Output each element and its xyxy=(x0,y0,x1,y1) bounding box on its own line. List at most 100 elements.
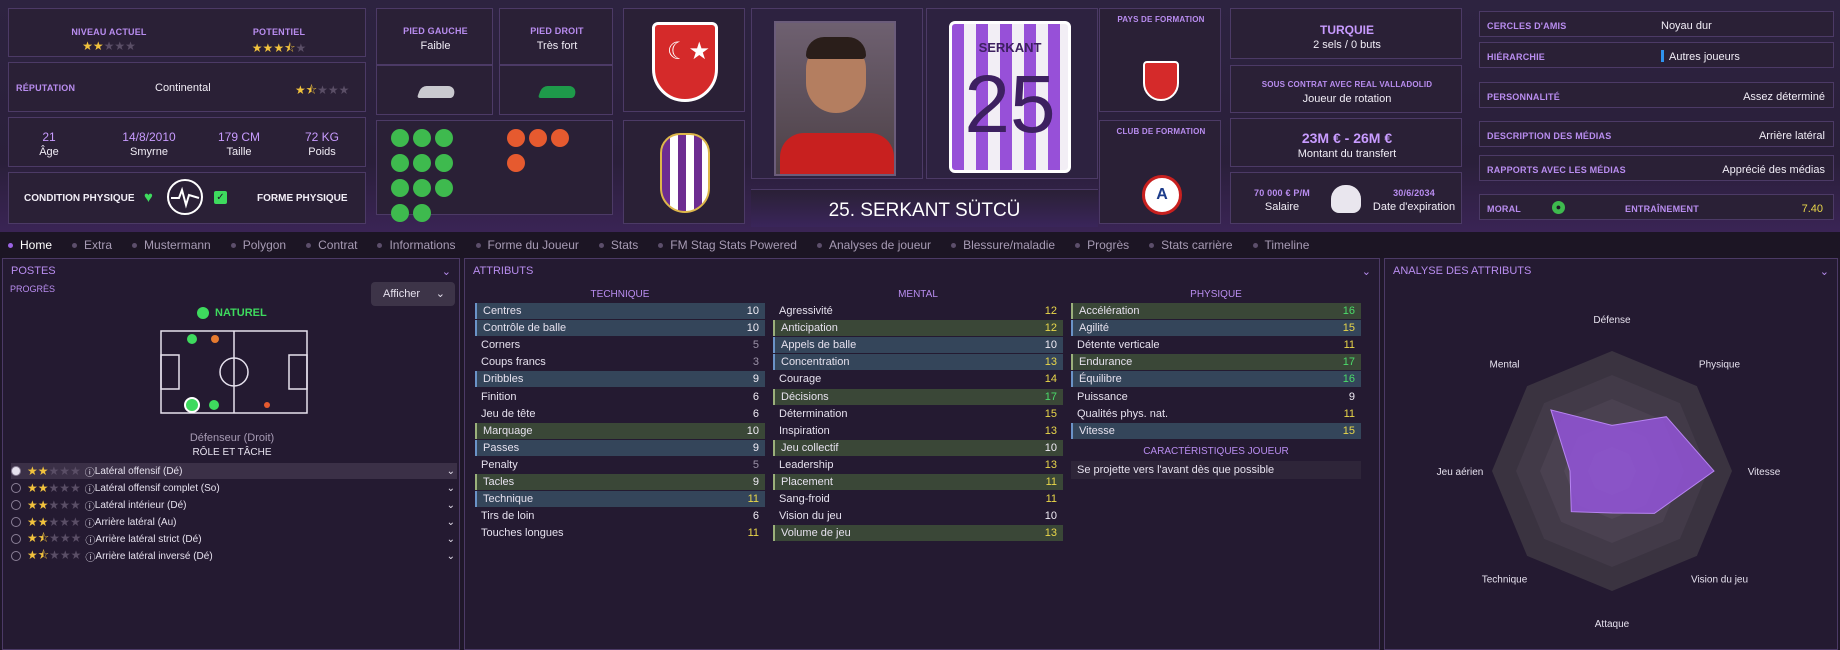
attribute-row[interactable]: Touches longues 11 xyxy=(475,525,765,541)
attribute-row[interactable]: Détente verticale 11 xyxy=(1071,337,1361,353)
attribute-row[interactable]: Vitesse 15 xyxy=(1071,422,1361,439)
attribute-row[interactable]: Dribbles 9 xyxy=(475,371,765,388)
player-name-bar: 25. SERKANT SÜTCÜ xyxy=(751,189,1098,227)
role-row[interactable]: ★★★★★ ⓘ Latéral intérieur (Dé) ⌄ xyxy=(11,497,457,513)
role-row[interactable]: ★⯪★★★ ⓘ Arrière latéral inversé (Dé) ⌄ xyxy=(11,548,457,564)
attribute-row[interactable]: Volume de jeu 13 xyxy=(773,525,1063,542)
attribute-row[interactable]: Puissance 9 xyxy=(1071,389,1361,405)
trait-icon[interactable] xyxy=(391,154,409,172)
club-crest[interactable] xyxy=(623,120,745,224)
chevron-down-icon[interactable]: ⌄ xyxy=(442,265,451,278)
social-row[interactable]: PERSONNALITÉ Assez déterminé xyxy=(1479,82,1834,108)
trait-icon[interactable] xyxy=(435,179,453,197)
tab-informations[interactable]: Informations xyxy=(377,238,456,252)
radio-selected[interactable] xyxy=(11,466,21,476)
chevron-down-icon[interactable]: ⌄ xyxy=(447,517,455,528)
attribute-row[interactable]: Anticipation 12 xyxy=(773,320,1063,337)
tab-polygon[interactable]: Polygon xyxy=(230,238,286,252)
attribute-row[interactable]: Appels de balle 10 xyxy=(773,337,1063,354)
show-dropdown[interactable]: Afficher ⌄ xyxy=(371,282,455,306)
attribute-row[interactable]: Endurance 17 xyxy=(1071,354,1361,371)
national-team-crest[interactable]: ☾★ xyxy=(623,8,745,112)
trait-icon[interactable] xyxy=(529,129,547,147)
tab-blessure[interactable]: Blessure/maladie xyxy=(951,238,1055,252)
chevron-down-icon[interactable]: ⌄ xyxy=(447,483,455,494)
chevron-down-icon[interactable]: ⌄ xyxy=(447,534,455,545)
social-row[interactable]: RAPPORTS AVEC LES MÉDIAS Apprécié des mé… xyxy=(1479,155,1834,181)
attribute-row[interactable]: Penalty 5 xyxy=(475,457,765,473)
tab-analyses[interactable]: Analyses de joueur xyxy=(816,238,931,252)
attribute-row[interactable]: Contrôle de balle 10 xyxy=(475,320,765,337)
attribute-row[interactable]: Tacles 9 xyxy=(475,474,765,490)
nation-card[interactable]: TURQUIE 2 sels / 0 buts xyxy=(1230,8,1462,59)
attribute-row[interactable]: Coups francs 3 xyxy=(475,354,765,370)
trait-icon[interactable] xyxy=(391,179,409,197)
tab-contrat[interactable]: Contrat xyxy=(306,238,357,252)
morale-row[interactable]: MORAL ● ENTRAÎNEMENT 7.40 xyxy=(1479,194,1834,220)
attribute-row[interactable]: Finition 6 xyxy=(475,389,765,405)
attribute-row[interactable]: Accélération 16 xyxy=(1071,303,1361,319)
attribute-row[interactable]: Détermination 15 xyxy=(773,406,1063,422)
tab-stats[interactable]: Stats xyxy=(598,238,638,252)
social-value: Autres joueurs xyxy=(1669,51,1740,63)
progress-link[interactable]: PROGRÈS xyxy=(10,284,55,294)
attribute-row[interactable]: Leadership 13 xyxy=(773,457,1063,473)
tab-forme[interactable]: Forme du Joueur xyxy=(475,238,579,252)
radio[interactable] xyxy=(11,483,21,493)
attribute-row[interactable]: Passes 9 xyxy=(475,439,765,456)
attribute-row[interactable]: Centres 10 xyxy=(475,303,765,319)
role-row[interactable]: ★★★★★ ⓘ Latéral offensif (Dé) ⌄ xyxy=(11,463,457,479)
tab-timeline[interactable]: Timeline xyxy=(1252,238,1309,252)
left-boot-card xyxy=(376,65,493,115)
role-row[interactable]: ★★★★★ ⓘ Latéral offensif complet (So) ⌄ xyxy=(11,480,457,496)
attribute-row[interactable]: Placement 11 xyxy=(773,474,1063,490)
attribute-row[interactable]: Tirs de loin 6 xyxy=(475,508,765,524)
trait-icon[interactable] xyxy=(507,154,525,172)
tab-home[interactable]: Home xyxy=(8,238,52,252)
attribute-row[interactable]: Sang-froid 11 xyxy=(773,491,1063,507)
tab-extra[interactable]: Extra xyxy=(72,238,112,252)
attribute-row[interactable]: Marquage 10 xyxy=(475,422,765,439)
attribute-row[interactable]: Décisions 17 xyxy=(773,388,1063,405)
radio[interactable] xyxy=(11,534,21,544)
trait-icon[interactable] xyxy=(507,129,525,147)
chevron-down-icon[interactable]: ⌄ xyxy=(1362,265,1371,278)
attribute-row[interactable]: Qualités phys. nat. 11 xyxy=(1071,406,1361,422)
radio[interactable] xyxy=(11,517,21,527)
social-row[interactable]: CERCLES D'AMIS Noyau dur xyxy=(1479,11,1834,37)
attribute-row[interactable]: Vision du jeu 10 xyxy=(773,508,1063,524)
trait-icon[interactable] xyxy=(391,204,409,222)
attribute-row[interactable]: Agressivité 12 xyxy=(773,303,1063,319)
trait-icon[interactable] xyxy=(413,179,431,197)
tab-fm-stag[interactable]: FM Stag Stats Powered xyxy=(658,238,797,252)
attribute-row[interactable]: Agilité 15 xyxy=(1071,320,1361,337)
attribute-row[interactable]: Équilibre 16 xyxy=(1071,371,1361,388)
trait-icon[interactable] xyxy=(413,129,431,147)
chevron-down-icon[interactable]: ⌄ xyxy=(447,500,455,511)
attribute-row[interactable]: Concentration 13 xyxy=(773,354,1063,371)
trait-icon[interactable] xyxy=(413,154,431,172)
tab-mustermann[interactable]: Mustermann xyxy=(132,238,211,252)
wage-label: Salaire xyxy=(1264,201,1300,213)
tab-progres[interactable]: Progrès xyxy=(1075,238,1129,252)
attribute-row[interactable]: Courage 14 xyxy=(773,371,1063,387)
attribute-row[interactable]: Jeu collectif 10 xyxy=(773,439,1063,456)
attribute-row[interactable]: Technique 11 xyxy=(475,491,765,508)
radio[interactable] xyxy=(11,551,21,561)
trait-icon[interactable] xyxy=(435,154,453,172)
chevron-down-icon[interactable]: ⌄ xyxy=(447,466,455,477)
trait-icon[interactable] xyxy=(413,204,431,222)
attribute-row[interactable]: Jeu de tête 6 xyxy=(475,406,765,422)
attribute-value: 5 xyxy=(752,458,759,471)
trait-icon[interactable] xyxy=(551,129,569,147)
attribute-row[interactable]: Corners 5 xyxy=(475,337,765,353)
chevron-down-icon[interactable]: ⌄ xyxy=(447,551,455,562)
attribute-row[interactable]: Inspiration 13 xyxy=(773,423,1063,439)
trait-icon[interactable] xyxy=(435,129,453,147)
social-row[interactable]: HIÉRARCHIE Autres joueurs xyxy=(1479,42,1834,68)
social-row[interactable]: DESCRIPTION DES MÉDIAS Arrière latéral xyxy=(1479,121,1834,147)
radio[interactable] xyxy=(11,500,21,510)
shirt-number: 25 xyxy=(964,59,1056,150)
tab-stats-carriere[interactable]: Stats carrière xyxy=(1149,238,1233,252)
trait-icon[interactable] xyxy=(391,129,409,147)
